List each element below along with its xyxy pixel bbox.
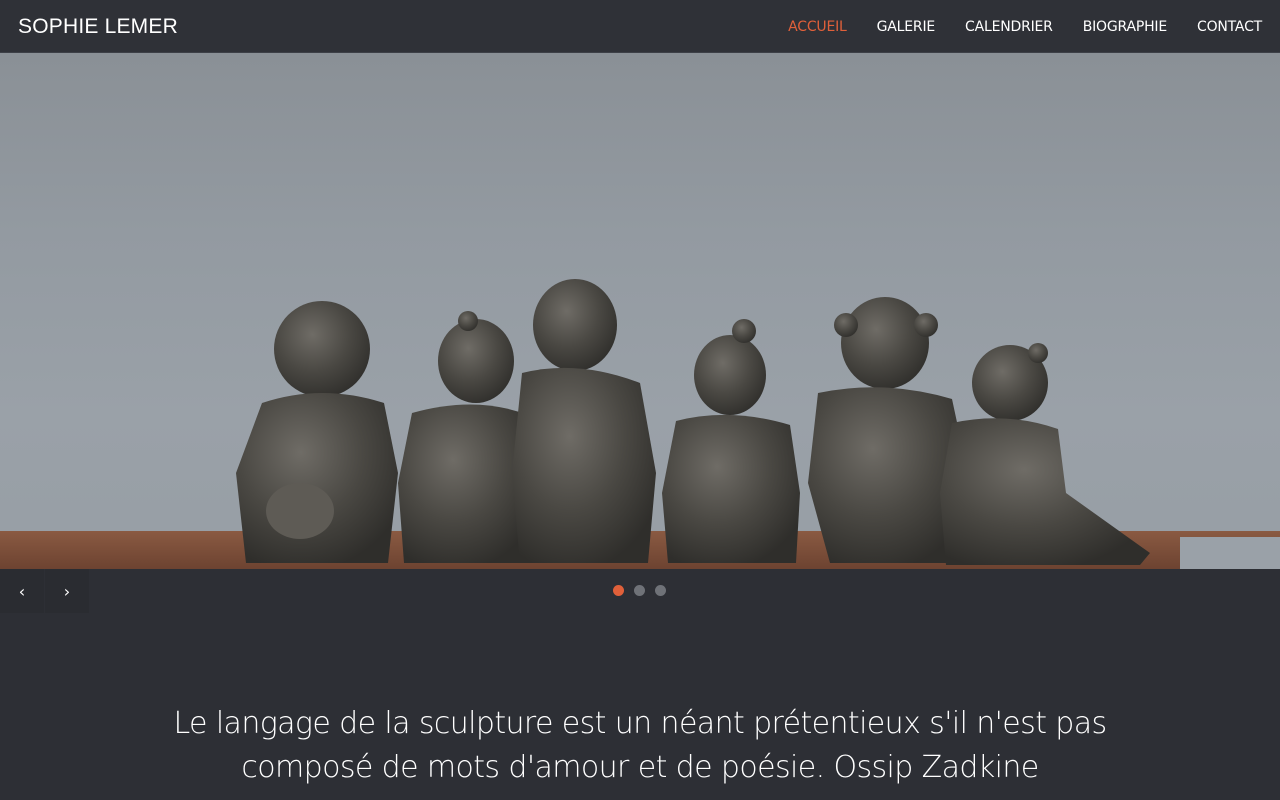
nav-item-accueil[interactable]: ACCUEIL xyxy=(788,19,847,35)
carousel-dot[interactable] xyxy=(634,585,645,596)
carousel-next-button[interactable]: › xyxy=(45,569,89,613)
nav-item-galerie[interactable]: GALERIE xyxy=(877,19,936,35)
site-header: SOPHIE LEMER ACCUEIL GALERIE CALENDRIER … xyxy=(0,0,1280,53)
main-nav: ACCUEIL GALERIE CALENDRIER BIOGRAPHIE CO… xyxy=(758,0,1262,53)
nav-item-biographie[interactable]: BIOGRAPHIE xyxy=(1083,19,1167,35)
carousel-prev-button[interactable]: ‹ xyxy=(0,569,44,613)
site-brand[interactable]: SOPHIE LEMER xyxy=(18,15,178,39)
carousel-dot[interactable] xyxy=(655,585,666,596)
hero-carousel-slide xyxy=(0,53,1280,569)
chevron-right-icon: › xyxy=(63,581,71,601)
nav-item-calendrier[interactable]: CALENDRIER xyxy=(965,19,1053,35)
nav-item-contact[interactable]: CONTACT xyxy=(1197,19,1262,35)
artist-quote: Le langage de la sculpture est un néant … xyxy=(173,706,1107,785)
chevron-left-icon: ‹ xyxy=(18,581,26,601)
carousel-dot[interactable] xyxy=(613,585,624,596)
carousel-indicators xyxy=(613,585,676,596)
sculpture-photo xyxy=(0,279,1280,569)
